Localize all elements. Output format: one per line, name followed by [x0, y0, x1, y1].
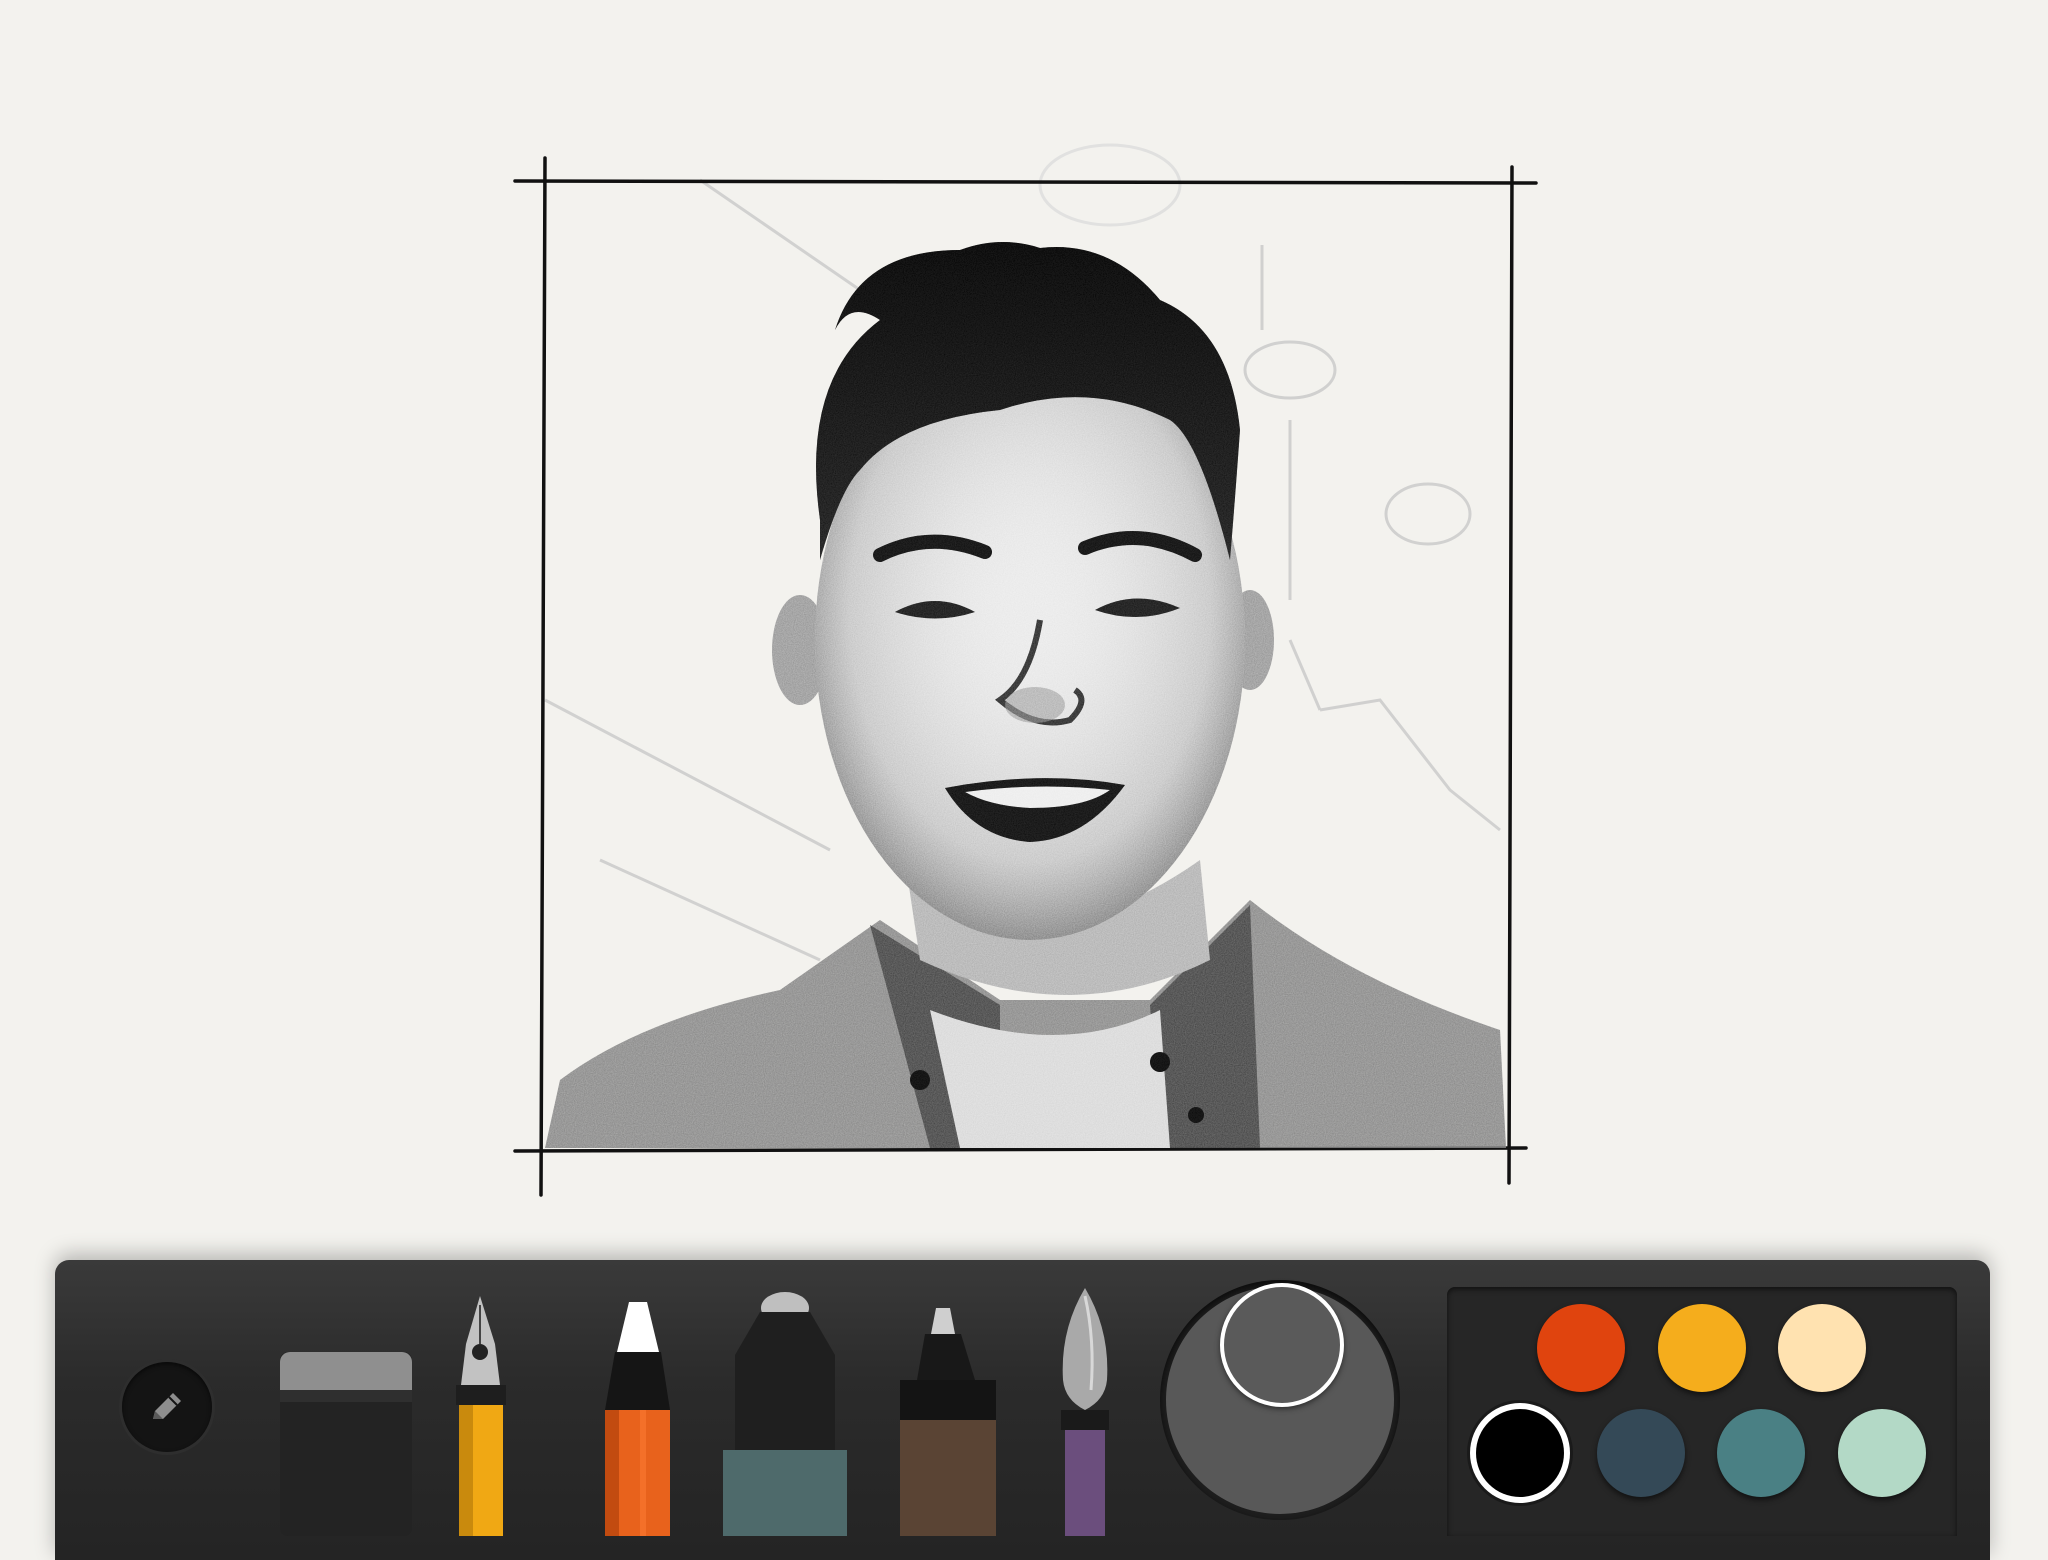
- palette-swatch-7[interactable]: [1838, 1409, 1926, 1497]
- pen-menu-button[interactable]: [122, 1362, 212, 1452]
- marker-tool[interactable]: [723, 1292, 847, 1536]
- palette-swatch-6[interactable]: [1717, 1409, 1805, 1497]
- fountain-pen-tool[interactable]: [456, 1296, 506, 1536]
- palette-swatch-3[interactable]: [1778, 1304, 1866, 1392]
- palette-swatch-1[interactable]: [1537, 1304, 1625, 1392]
- pencil-tool[interactable]: [605, 1302, 670, 1536]
- eraser-tool[interactable]: [280, 1352, 412, 1536]
- palette-swatch-2[interactable]: [1658, 1304, 1746, 1392]
- portrait-figure: [545, 241, 1506, 1148]
- pencil-icon: [153, 1393, 181, 1419]
- fine-liner-tool[interactable]: [900, 1308, 996, 1536]
- palette-swatch-5[interactable]: [1597, 1409, 1685, 1497]
- palette-swatch-4[interactable]: [1476, 1409, 1564, 1497]
- current-color-indicator[interactable]: [1220, 1283, 1344, 1407]
- watercolor-brush-tool[interactable]: [1061, 1288, 1109, 1536]
